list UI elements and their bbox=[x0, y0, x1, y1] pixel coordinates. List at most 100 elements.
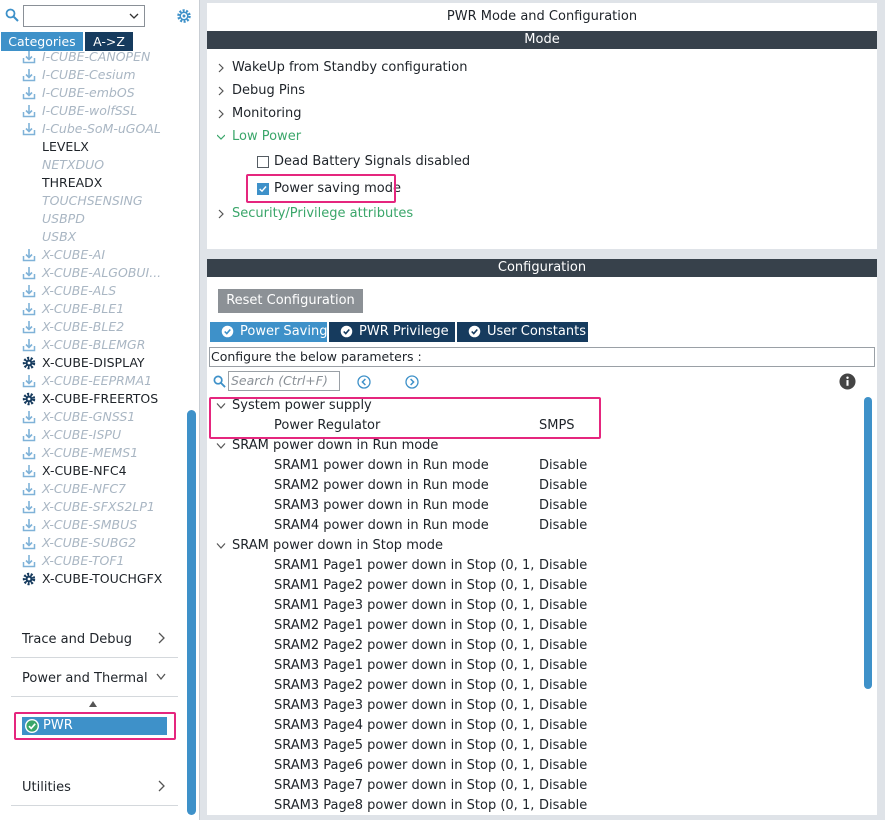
tree-item[interactable]: X-CUBE-SFXS2LP1 bbox=[0, 498, 185, 516]
tree-item[interactable]: I-CUBE-wolfSSL bbox=[0, 102, 185, 120]
tree-item[interactable]: I-CUBE-CANOPEN bbox=[0, 51, 185, 66]
chevron-down-icon bbox=[216, 403, 226, 409]
tree-item[interactable]: X-CUBE-FREERTOS bbox=[0, 390, 185, 408]
parameter-value[interactable]: Disable bbox=[539, 796, 587, 815]
chevron-down-icon bbox=[217, 134, 225, 140]
tree-item[interactable]: X-CUBE-ISPU bbox=[0, 426, 185, 444]
tree-item[interactable]: USBX bbox=[0, 228, 185, 246]
chevron-down-icon[interactable] bbox=[129, 11, 139, 21]
tree-item[interactable]: I-CUBE-Cesium bbox=[0, 66, 185, 84]
tree-item[interactable]: THREADX bbox=[0, 174, 185, 192]
parameter-value[interactable]: Disable bbox=[539, 516, 587, 536]
tree-item[interactable]: X-CUBE-EEPRMA1 bbox=[0, 372, 185, 390]
tree-item[interactable]: X-CUBE-GNSS1 bbox=[0, 408, 185, 426]
tree-item[interactable]: X-CUBE-ALGOBUI... bbox=[0, 264, 185, 282]
chevron-right-icon bbox=[218, 63, 224, 73]
parameter-value[interactable]: Disable bbox=[539, 496, 587, 516]
settings-gear-icon[interactable] bbox=[175, 7, 193, 25]
tree-item[interactable]: LEVELX bbox=[0, 138, 185, 156]
tree-item[interactable]: X-CUBE-BLE2 bbox=[0, 318, 185, 336]
search-combo[interactable] bbox=[23, 5, 145, 27]
gear-icon bbox=[22, 356, 36, 370]
parameter-value[interactable]: Disable bbox=[539, 596, 587, 616]
tree-item[interactable]: X-CUBE-TOUCHGFX bbox=[0, 570, 185, 588]
tree-item-label: USBPD bbox=[42, 211, 85, 226]
section-trace-and-debug[interactable]: Trace and Debug bbox=[11, 620, 178, 658]
tab-a-to-z[interactable]: A->Z bbox=[85, 32, 133, 51]
configuration-panel: Configuration Reset Configuration Power … bbox=[207, 259, 877, 815]
parameter-value[interactable]: Disable bbox=[539, 676, 587, 696]
tree-item-label: X-CUBE-ISPU bbox=[42, 427, 122, 442]
mode-row-label: Debug Pins bbox=[232, 83, 306, 98]
tree-item[interactable]: X-CUBE-BLE1 bbox=[0, 300, 185, 318]
parameter-name: SRAM1 Page2 power down in Stop (0, 1, 2.… bbox=[274, 578, 536, 593]
peripheral-item-pwr[interactable]: PWR bbox=[22, 717, 167, 735]
parameter-value[interactable]: Disable bbox=[539, 656, 587, 676]
tree-item[interactable]: X-CUBE-ALS bbox=[0, 282, 185, 300]
tree-item-label: X-CUBE-EEPRMA1 bbox=[42, 373, 153, 388]
tab-power-saving[interactable]: Power Saving bbox=[210, 322, 327, 342]
parameter-scrollbar-thumb[interactable] bbox=[864, 397, 872, 689]
parameter-group-label: SRAM power down in Stop mode bbox=[232, 538, 444, 553]
parameter-group[interactable]: SRAM power down in Run mode bbox=[216, 436, 438, 456]
parameter-value[interactable]: Disable bbox=[539, 756, 587, 776]
tree-item[interactable]: I-Cube-SoM-uGOAL bbox=[0, 120, 185, 138]
next-match-icon[interactable] bbox=[405, 375, 419, 389]
parameter-value[interactable]: Disable bbox=[539, 456, 587, 476]
tree-item-label: LEVELX bbox=[42, 139, 89, 154]
tree-item[interactable]: X-CUBE-NFC7 bbox=[0, 480, 185, 498]
previous-match-icon[interactable] bbox=[357, 375, 371, 389]
configuration-header: Configuration bbox=[207, 259, 877, 277]
parameter-value[interactable]: Disable bbox=[539, 776, 587, 796]
parameter-value[interactable]: SMPS bbox=[539, 416, 575, 436]
collapse-up-icon[interactable] bbox=[88, 700, 98, 708]
parameter-value[interactable]: Disable bbox=[539, 736, 587, 756]
tab-user-constants[interactable]: User Constants bbox=[457, 322, 588, 342]
download-icon bbox=[22, 51, 36, 64]
tree-item[interactable]: X-CUBE-SUBG2 bbox=[0, 534, 185, 552]
tree-item[interactable]: NETXDUO bbox=[0, 156, 185, 174]
parameter-group[interactable]: SRAM power down in Stop mode bbox=[216, 536, 444, 556]
tab-pwr-privilege[interactable]: PWR Privilege bbox=[329, 322, 455, 342]
left-scrollbar-thumb[interactable] bbox=[187, 410, 196, 815]
parameter-name: SRAM3 Page4 power down in Stop (0, 1, 2.… bbox=[274, 718, 536, 733]
download-icon bbox=[22, 339, 36, 352]
tab-label: Power Saving bbox=[240, 324, 328, 339]
reset-configuration-button[interactable]: Reset Configuration bbox=[218, 289, 363, 313]
tree-item[interactable]: X-CUBE-DISPLAY bbox=[0, 354, 185, 372]
download-icon bbox=[22, 321, 36, 334]
parameter-search-input[interactable]: Search (Ctrl+F) bbox=[228, 371, 340, 391]
parameter-value[interactable]: Disable bbox=[539, 696, 587, 716]
parameter-value[interactable]: Disable bbox=[539, 636, 587, 656]
parameter-name: SRAM3 Page2 power down in Stop (0, 1, 2.… bbox=[274, 678, 536, 693]
tree-item[interactable]: X-CUBE-SMBUS bbox=[0, 516, 185, 534]
tree-item[interactable]: X-CUBE-NFC4 bbox=[0, 462, 185, 480]
parameter-value[interactable]: Disable bbox=[539, 616, 587, 636]
tab-categories[interactable]: Categories bbox=[1, 32, 83, 51]
tree-item[interactable]: X-CUBE-TOF1 bbox=[0, 552, 185, 570]
tree-item[interactable]: USBPD bbox=[0, 210, 185, 228]
tree-item-label: X-CUBE-GNSS1 bbox=[42, 409, 136, 424]
info-icon[interactable] bbox=[839, 373, 856, 390]
tree-item[interactable]: X-CUBE-BLEMGR bbox=[0, 336, 185, 354]
download-icon bbox=[22, 69, 36, 82]
parameter-name: Power Regulator bbox=[274, 418, 381, 433]
tree-item[interactable]: I-CUBE-embOS bbox=[0, 84, 185, 102]
parameter-group[interactable]: System power supply bbox=[216, 396, 372, 416]
tree-item[interactable]: TOUCHSENSING bbox=[0, 192, 185, 210]
parameter-value[interactable]: Disable bbox=[539, 576, 587, 596]
parameter-value[interactable]: Disable bbox=[539, 716, 587, 736]
tree-item[interactable]: X-CUBE-MEMS1 bbox=[0, 444, 185, 462]
tree-item[interactable]: X-CUBE-AI bbox=[0, 246, 185, 264]
power-saving-checkbox[interactable] bbox=[257, 183, 269, 195]
section-power-and-thermal[interactable]: Power and Thermal bbox=[11, 659, 178, 697]
parameter-value[interactable]: Disable bbox=[539, 556, 587, 576]
mode-panel: Mode WakeUp from Standby configuration D… bbox=[207, 31, 877, 249]
tree-item-label: X-CUBE-BLE2 bbox=[42, 319, 125, 334]
tree-item-label: NETXDUO bbox=[42, 157, 105, 172]
dead-battery-checkbox[interactable] bbox=[257, 156, 269, 168]
tree-item-label: X-CUBE-SFXS2LP1 bbox=[42, 499, 155, 514]
parameter-value[interactable]: Disable bbox=[539, 476, 587, 496]
section-utilities[interactable]: Utilities bbox=[11, 768, 178, 806]
download-icon bbox=[22, 537, 36, 550]
